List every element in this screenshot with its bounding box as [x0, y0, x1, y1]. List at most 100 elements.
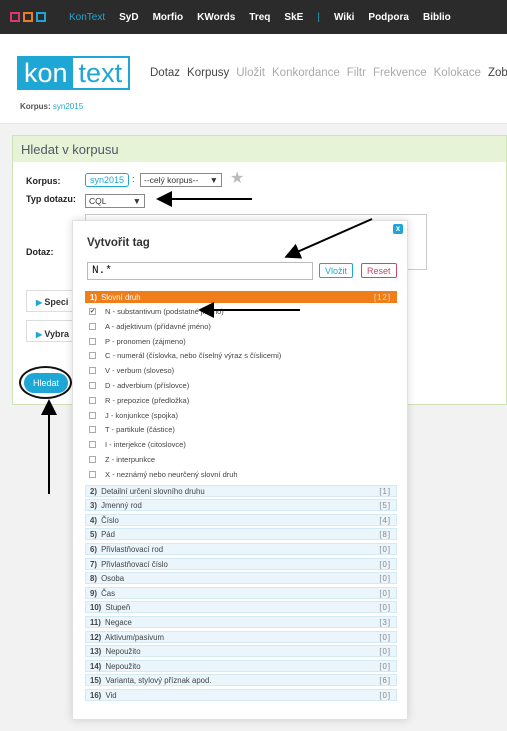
- tag-group-count: [0]: [379, 559, 391, 569]
- tag-group-count: [0]: [379, 588, 391, 598]
- search-panel-title: Hledat v korpusu: [13, 136, 506, 162]
- tag-group-10[interactable]: 10) Stupeň [0]: [85, 601, 397, 614]
- pos-option-5[interactable]: V - verbum (sloveso): [87, 364, 395, 377]
- tag-group-7[interactable]: 7) Přivlastňovací číslo [0]: [85, 557, 397, 570]
- pos-option-2[interactable]: A - adjektivum (přídavné jméno): [87, 320, 395, 333]
- tag-group-number: 6): [90, 545, 97, 554]
- tag-group-6[interactable]: 6) Přivlastňovací rod [0]: [85, 543, 397, 555]
- tag-group-4[interactable]: 4) Číslo [4]: [85, 513, 397, 526]
- pos-option-label: N - substantivum (podstatné jméno): [105, 307, 224, 316]
- checkbox-icon[interactable]: [89, 322, 96, 330]
- checkbox-icon[interactable]: [89, 426, 96, 434]
- tag-group-name: Přivlastňovací číslo: [101, 559, 168, 569]
- top-nav-separator: |: [317, 11, 320, 23]
- checkbox-icon[interactable]: [89, 367, 96, 375]
- query-type-select[interactable]: CQL ▼: [85, 194, 145, 208]
- pos-option-8[interactable]: J - konjunkce (spojka): [87, 409, 395, 422]
- cnc-logo[interactable]: [10, 12, 49, 22]
- tag-group-11[interactable]: 11) Negace [3]: [85, 616, 397, 628]
- pos-option-7[interactable]: R - prepozice (předložka): [87, 394, 395, 407]
- tag-group-number: 10): [90, 603, 102, 613]
- tag-group-count: [12]: [373, 293, 391, 302]
- kontext-logo[interactable]: kon text: [17, 56, 131, 90]
- breadcrumb-label: Korpus:: [20, 102, 51, 111]
- top-nav-podpora[interactable]: Podpora: [368, 12, 409, 23]
- tag-group-number: 13): [90, 647, 102, 657]
- menu-dotaz[interactable]: Dotaz: [150, 67, 180, 79]
- subcorpus-select[interactable]: --celý korpus-- ▼: [140, 173, 222, 187]
- tag-group-5[interactable]: 5) Pád [8]: [85, 528, 397, 541]
- checkbox-icon[interactable]: [89, 411, 96, 419]
- breadcrumb-corpus[interactable]: syn2015: [53, 102, 83, 111]
- checkbox-icon[interactable]: [89, 441, 96, 449]
- menu-frekvence[interactable]: Frekvence: [373, 67, 427, 79]
- insert-tag-button[interactable]: Vložit: [319, 263, 354, 278]
- pos-option-10[interactable]: I - interjekce (citoslovce): [87, 438, 395, 451]
- pos-option-4[interactable]: C - numerál (číslovka, nebo číselný výra…: [87, 349, 395, 362]
- top-nav-morfio[interactable]: Morfio: [153, 12, 184, 23]
- pos-option-6[interactable]: D - adverbium (příslovce): [87, 379, 395, 392]
- pos-option-11[interactable]: Z - interpunkce: [87, 453, 395, 466]
- tag-pattern-input[interactable]: [87, 262, 313, 280]
- logo-part-kon: kon: [19, 58, 73, 88]
- tag-group-name: Slovní druh: [101, 293, 141, 302]
- menu-kolokace[interactable]: Kolokace: [434, 67, 481, 79]
- tag-group-12[interactable]: 12) Aktivum/pasivum [0]: [85, 630, 397, 643]
- pos-option-12[interactable]: X - neznámý nebo neurčený slovní druh: [87, 468, 395, 481]
- pos-option-label: C - numerál (číslovka, nebo číselný výra…: [105, 351, 282, 361]
- tag-group-13[interactable]: 13) Nepoužito [0]: [85, 645, 397, 658]
- tag-group-name: Číslo: [101, 515, 119, 525]
- reset-tag-button[interactable]: Reset: [361, 263, 397, 278]
- tag-group-name: Nepoužito: [105, 647, 141, 657]
- menu-konkordance[interactable]: Konkordance: [272, 67, 340, 79]
- tag-group-count: [0]: [379, 545, 391, 554]
- top-nav-biblio[interactable]: Biblio: [423, 12, 451, 23]
- tag-group-name: Nepoužito: [105, 661, 141, 671]
- top-nav-syd[interactable]: SyD: [119, 12, 138, 23]
- pos-option-1[interactable]: ✔ N - substantivum (podstatné jméno): [87, 305, 395, 318]
- tag-group-8[interactable]: 8) Osoba [0]: [85, 572, 397, 585]
- top-nav: KonText SyD Morfio KWords Treq SkE | Wik…: [69, 12, 465, 23]
- tag-group-3[interactable]: 3) Jmenný rod [5]: [85, 499, 397, 512]
- pos-option-label: J - konjunkce (spojka): [105, 410, 178, 420]
- tag-group-9[interactable]: 9) Čas [0]: [85, 586, 397, 599]
- tag-group-number: 5): [90, 530, 97, 540]
- top-nav-wiki[interactable]: Wiki: [334, 12, 354, 23]
- menu-ulozit[interactable]: Uložit: [236, 67, 265, 79]
- query-label: Dotaz:: [26, 247, 54, 257]
- tag-group-1[interactable]: 1) Slovní druh [12]: [85, 291, 397, 303]
- menu-korpusy[interactable]: Korpusy: [187, 67, 229, 79]
- pos-option-label: Z - interpunkce: [105, 455, 156, 464]
- tag-group-name: Negace: [105, 618, 132, 627]
- favorite-star-icon[interactable]: ★: [230, 168, 244, 188]
- tag-group-name: Osoba: [101, 574, 125, 584]
- checkbox-icon[interactable]: [89, 382, 96, 389]
- close-icon[interactable]: x: [393, 224, 403, 234]
- tag-group-16[interactable]: 16) Vid [0]: [85, 689, 397, 701]
- tag-group-14[interactable]: 14) Nepoužito [0]: [85, 659, 397, 672]
- tag-group-15[interactable]: 15) Varianta, stylový příznak apod. [6]: [85, 674, 397, 687]
- checkbox-icon[interactable]: [89, 456, 96, 463]
- tag-group-name: Čas: [101, 588, 115, 598]
- checkbox-icon[interactable]: [89, 352, 96, 360]
- top-nav-treq[interactable]: Treq: [249, 12, 270, 23]
- checkbox-icon[interactable]: [89, 337, 96, 345]
- top-nav-ske[interactable]: SkE: [284, 12, 303, 23]
- tag-group-number: 3): [90, 501, 97, 511]
- tag-builder-title: Vytvořit tag: [87, 237, 150, 249]
- pos-option-3[interactable]: P - pronomen (zájmeno): [87, 335, 395, 348]
- tag-group-2[interactable]: 2) Detailní určení slovního druhu [1]: [85, 484, 397, 497]
- tag-group-count: [0]: [379, 647, 391, 657]
- top-nav-kwords[interactable]: KWords: [197, 12, 235, 23]
- checkbox-checked-icon[interactable]: ✔: [89, 308, 96, 315]
- pos-option-9[interactable]: T - partikule (částice): [87, 423, 395, 436]
- tag-group-name: Stupeň: [105, 603, 131, 613]
- menu-zobrazeni[interactable]: Zobra: [488, 67, 507, 79]
- menu-filtr[interactable]: Filtr: [347, 67, 366, 79]
- pos-option-label: X - neznámý nebo neurčený slovní druh: [105, 469, 238, 479]
- checkbox-icon[interactable]: [89, 470, 96, 478]
- tag-group-name: Přivlastňovací rod: [101, 545, 164, 554]
- checkbox-icon[interactable]: [89, 396, 96, 404]
- corpus-chip[interactable]: syn2015: [85, 173, 130, 187]
- top-nav-kontext[interactable]: KonText: [69, 12, 105, 23]
